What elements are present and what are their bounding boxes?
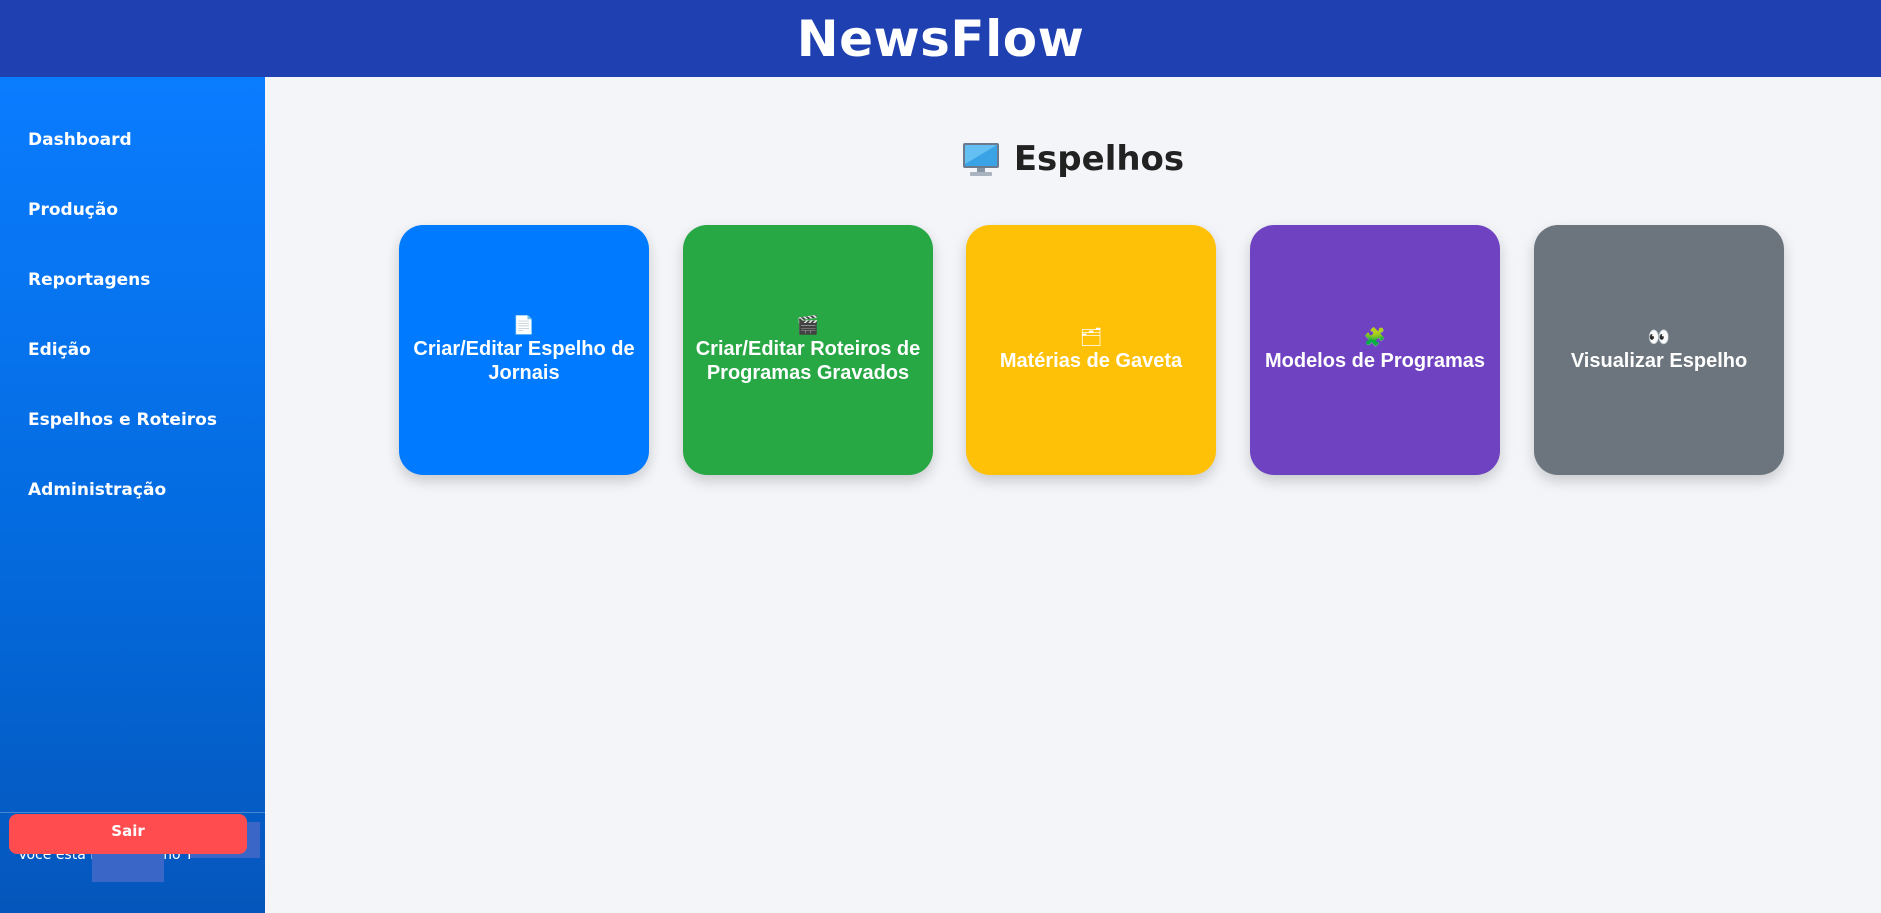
sidebar: Dashboard Produção Reportagens Edição Es… [0,77,265,913]
sidebar-item-administracao[interactable]: Administração [0,455,265,525]
sidebar-item-espelhos-roteiros[interactable]: Espelhos e Roteiros [0,385,265,455]
sidebar-item-reportagens[interactable]: Reportagens [0,245,265,315]
card-materias-gaveta[interactable]: 🗂 Matérias de Gaveta [966,225,1216,475]
card-visualizar-espelho[interactable]: 👀 Visualizar Espelho [1534,225,1784,475]
redacted-username-block-2 [92,852,164,882]
card-criar-editar-roteiros[interactable]: 🎬 Criar/Editar Roteiros de Programas Gra… [683,225,933,475]
section-title: Espelhos [265,139,1881,179]
puzzle-piece-icon: 🧩 [1363,327,1387,347]
desktop-computer-icon [962,140,1000,178]
page-title: Espelhos [1013,139,1185,179]
card-label: Criar/Editar Roteiros de Programas Grava… [695,338,921,384]
card-modelos-programas[interactable]: 🧩 Modelos de Programas [1250,225,1500,475]
card-criar-editar-espelho[interactable]: 📄 Criar/Editar Espelho de Jornais [399,225,649,475]
eyes-icon: 👀 [1647,327,1671,347]
app-brand[interactable]: NewsFlow [797,10,1085,68]
sidebar-item-dashboard[interactable]: Dashboard [0,105,265,175]
sidebar-item-edicao[interactable]: Edição [0,315,265,385]
sidebar-nav: Dashboard Produção Reportagens Edição Es… [0,77,265,525]
card-label: Matérias de Gaveta [999,350,1183,372]
sidebar-item-producao[interactable]: Produção [0,175,265,245]
top-header: NewsFlow [0,0,1881,77]
main-content: Espelhos 📄 Criar/Editar Espelho de Jorna… [265,77,1881,913]
clapper-board-icon: 🎬 [796,315,820,335]
folder-icon: 🗂 [1079,327,1103,347]
page-icon: 📄 [512,315,536,335]
card-label: Criar/Editar Espelho de Jornais [413,338,635,384]
logout-button[interactable]: Sair [9,814,247,854]
card-label: Visualizar Espelho [1570,350,1748,372]
card-label: Modelos de Programas [1264,350,1486,372]
